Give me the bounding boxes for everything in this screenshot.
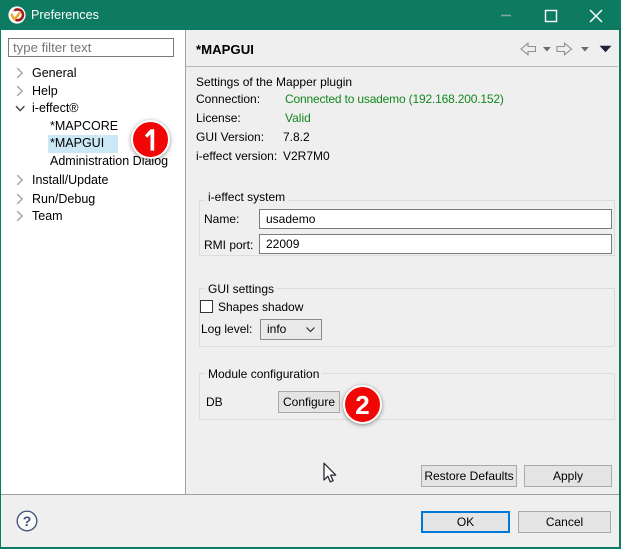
svg-text:?: ? (23, 513, 32, 529)
